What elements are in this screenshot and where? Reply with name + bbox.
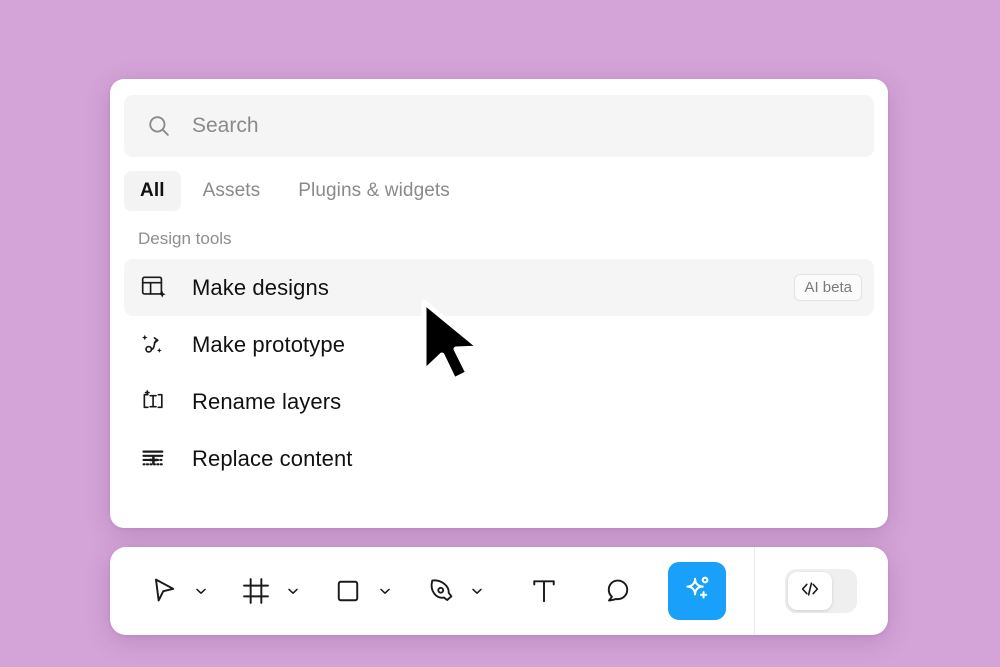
tab-assets[interactable]: Assets	[187, 171, 277, 211]
move-cursor-icon	[140, 567, 188, 615]
list-item-label: Rename layers	[192, 388, 342, 414]
chevron-down-icon-rectangle[interactable]	[372, 571, 398, 611]
list-item-make-prototype[interactable]: Make prototype	[124, 316, 874, 373]
list-item-rename-layers[interactable]: Rename layers	[124, 373, 874, 430]
chevron-down-icon-move[interactable]	[188, 571, 214, 611]
ai-sparkle-icon	[680, 572, 714, 611]
tool-rectangle[interactable]	[324, 567, 372, 615]
text-icon	[520, 567, 568, 615]
list-item-make-designs[interactable]: Make designs AI beta	[124, 259, 874, 316]
status-badge: AI beta	[794, 274, 862, 301]
replace-content-icon	[138, 445, 168, 472]
pen-icon	[416, 567, 464, 615]
chevron-down-icon-pen[interactable]	[464, 571, 490, 611]
tool-frame[interactable]	[232, 567, 280, 615]
make-prototype-icon	[138, 331, 168, 358]
search-input[interactable]	[192, 114, 852, 138]
chevron-down-icon-frame[interactable]	[280, 571, 306, 611]
list-item-replace-content[interactable]: Replace content	[124, 430, 874, 487]
list-item-label: Make designs	[192, 274, 329, 300]
tab-all[interactable]: All	[124, 171, 181, 211]
toolbar	[110, 547, 888, 635]
dev-mode-toggle-knob	[788, 572, 832, 610]
section-label-design-tools: Design tools	[138, 229, 232, 248]
filter-tabs: All Assets Plugins & widgets	[124, 171, 874, 211]
code-icon	[798, 577, 822, 606]
actions-panel: All Assets Plugins & widgets Design tool…	[110, 79, 888, 528]
search-icon	[146, 113, 172, 139]
frame-icon	[232, 567, 280, 615]
tool-comment[interactable]	[594, 567, 642, 615]
list-item-label: Replace content	[192, 445, 353, 471]
comment-icon	[594, 567, 642, 615]
ai-actions-button[interactable]	[668, 562, 726, 620]
rename-layers-icon	[138, 388, 168, 415]
rectangle-icon	[324, 567, 372, 615]
search-bar[interactable]	[124, 95, 874, 157]
list-item-label: Make prototype	[192, 331, 346, 357]
make-designs-icon	[138, 274, 168, 301]
dev-mode-toggle[interactable]	[785, 569, 857, 613]
tab-plugins-widgets[interactable]: Plugins & widgets	[282, 171, 466, 211]
tool-text[interactable]	[520, 567, 568, 615]
tool-move[interactable]	[140, 567, 188, 615]
toolbar-left-group	[110, 547, 726, 635]
toolbar-right-group	[755, 569, 857, 613]
tool-pen[interactable]	[416, 567, 464, 615]
